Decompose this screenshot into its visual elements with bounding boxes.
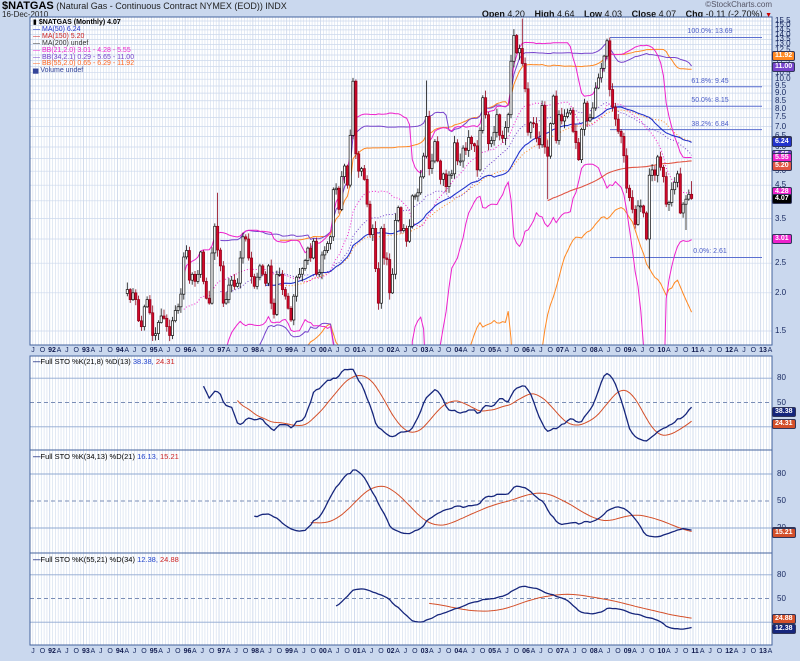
line-swatch-icon: —	[33, 555, 41, 564]
stoch1-k-value: 38.38,	[133, 357, 154, 366]
stoch3-d-value: 24.88	[160, 555, 179, 564]
stoch1-label: Full STO %K(21,8) %D(13)	[41, 357, 133, 366]
stoch2-legend: —Full STO %K(34,13) %D(21) 16.13, 15.21	[33, 452, 179, 461]
line-swatch-icon: —	[33, 452, 41, 461]
stoch2-k-value: 16.13,	[137, 452, 158, 461]
stoch2-label: Full STO %K(34,13) %D(21)	[41, 452, 138, 461]
stoch1-legend: —Full STO %K(21,8) %D(13) 38.38, 24.31	[33, 357, 175, 366]
stockcharts-natgas-monthly-chart: 100.0%: 13.6961.8%: 9.4550.0%: 8.1538.2%…	[0, 0, 800, 661]
stoch3-label: Full STO %K(55,21) %D(34)	[41, 555, 138, 564]
line-swatch-icon: —	[33, 357, 41, 366]
stoch1-d-value: 24.31	[156, 357, 175, 366]
stoch2-d-value: 15.21	[160, 452, 179, 461]
stoch3-legend: —Full STO %K(55,21) %D(34) 12.38, 24.88	[33, 555, 179, 564]
stoch3-k-value: 12.38,	[137, 555, 158, 564]
